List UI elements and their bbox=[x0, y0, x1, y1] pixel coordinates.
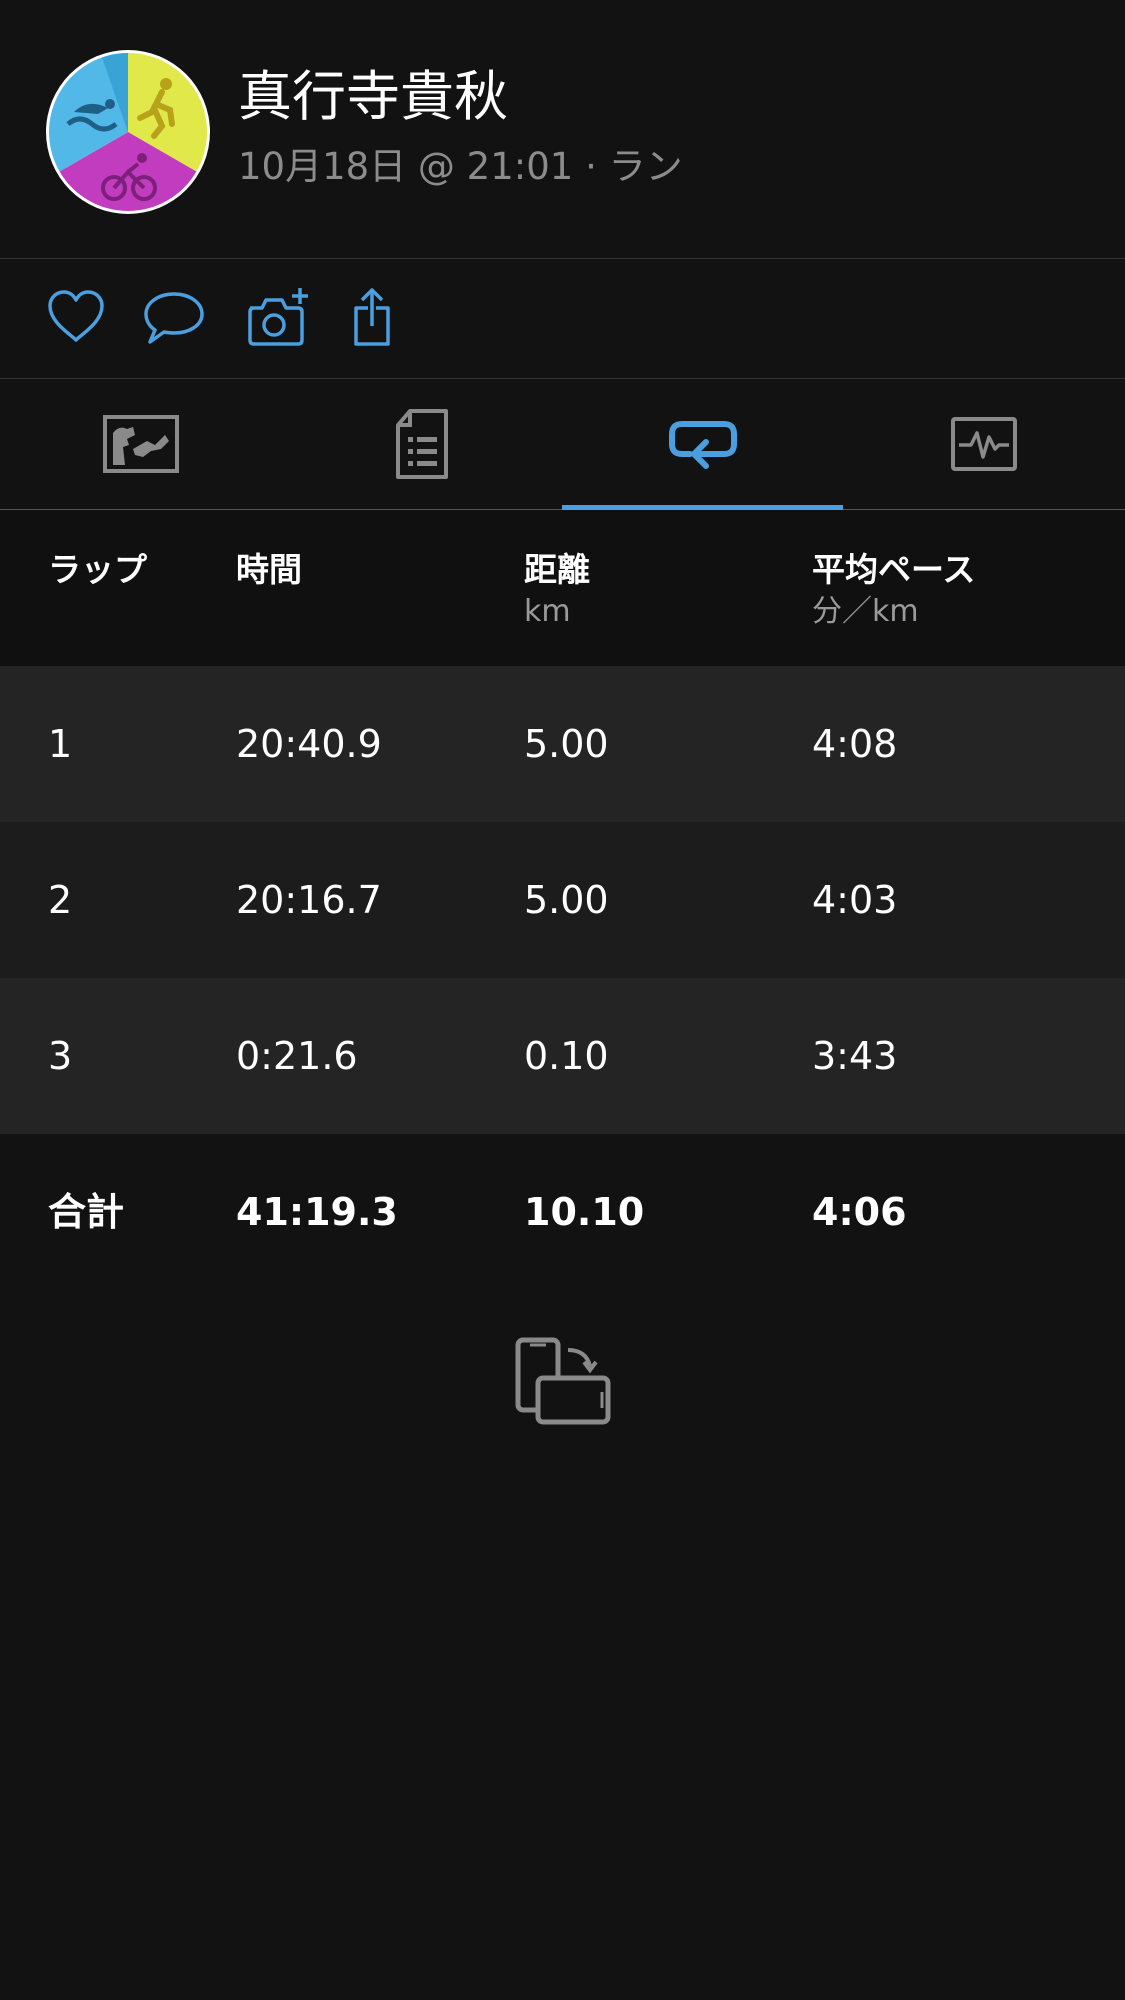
total-pace: 4:06 bbox=[812, 1190, 907, 1234]
lap-time: 0:21.6 bbox=[236, 1034, 358, 1078]
total-distance: 10.10 bbox=[524, 1190, 645, 1234]
comment-button[interactable] bbox=[142, 286, 206, 350]
lap-pace: 3:43 bbox=[812, 1034, 898, 1078]
header-distance-label: 距離 bbox=[524, 550, 590, 589]
lap-number: 3 bbox=[48, 1034, 73, 1078]
header-distance-unit: km bbox=[524, 594, 571, 629]
lap-time: 20:40.9 bbox=[236, 722, 382, 766]
table-row: 1 20:40.9 5.00 4:08 bbox=[0, 666, 1125, 822]
share-button[interactable] bbox=[346, 286, 410, 350]
header-pace-label: 平均ペース bbox=[812, 550, 976, 589]
triathlon-avatar-icon[interactable] bbox=[44, 48, 212, 216]
divider bbox=[0, 258, 1125, 259]
activity-header: 真行寺貴秋 10月18日 @ 21:01 · ラン bbox=[0, 0, 1125, 258]
header-distance: 距離 km bbox=[524, 550, 590, 632]
share-icon bbox=[354, 288, 390, 346]
header-time: 時間 bbox=[236, 550, 302, 590]
rotate-device-button[interactable] bbox=[514, 1336, 612, 1426]
tab-details[interactable] bbox=[281, 380, 562, 508]
like-button[interactable] bbox=[44, 286, 108, 350]
tab-charts[interactable] bbox=[843, 380, 1124, 508]
total-time: 41:19.3 bbox=[236, 1190, 398, 1234]
activity-date-type: 10月18日 @ 21:01 · ラン bbox=[238, 145, 683, 188]
table-row: 2 20:16.7 5.00 4:03 bbox=[0, 822, 1125, 978]
table-row-total: 合計 41:19.3 10.10 4:06 bbox=[0, 1134, 1125, 1290]
lap-distance: 5.00 bbox=[524, 878, 609, 922]
header-lap: ラップ bbox=[48, 550, 147, 590]
total-label: 合計 bbox=[48, 1190, 125, 1234]
laps-table-header: ラップ 時間 距離 km 平均ペース 分／km bbox=[0, 510, 1125, 666]
add-photo-button[interactable] bbox=[244, 286, 310, 350]
table-row: 3 0:21.6 0.10 3:43 bbox=[0, 978, 1125, 1134]
lap-number: 2 bbox=[48, 878, 73, 922]
lap-distance: 5.00 bbox=[524, 722, 609, 766]
laps-loop-icon bbox=[668, 421, 737, 469]
lap-distance: 0.10 bbox=[524, 1034, 609, 1078]
chart-icon bbox=[950, 417, 1017, 471]
header-lap-label: ラップ bbox=[48, 550, 147, 589]
document-list-icon bbox=[395, 409, 448, 479]
header-pace: 平均ペース 分／km bbox=[812, 550, 975, 632]
header-pace-unit: 分／km bbox=[812, 594, 919, 629]
header-time-label: 時間 bbox=[236, 550, 302, 589]
user-name[interactable]: 真行寺貴秋 bbox=[238, 64, 508, 130]
tab-laps[interactable] bbox=[562, 380, 843, 508]
tab-map[interactable] bbox=[0, 380, 281, 508]
add-photo-icon bbox=[248, 288, 308, 346]
lap-time: 20:16.7 bbox=[236, 878, 382, 922]
rotate-device-icon bbox=[515, 1337, 611, 1425]
lap-number: 1 bbox=[48, 722, 73, 766]
lap-pace: 4:08 bbox=[812, 722, 898, 766]
map-icon bbox=[102, 415, 179, 473]
lap-pace: 4:03 bbox=[812, 878, 898, 922]
heart-icon bbox=[48, 290, 104, 342]
divider bbox=[0, 378, 1125, 379]
comment-icon bbox=[144, 292, 204, 344]
